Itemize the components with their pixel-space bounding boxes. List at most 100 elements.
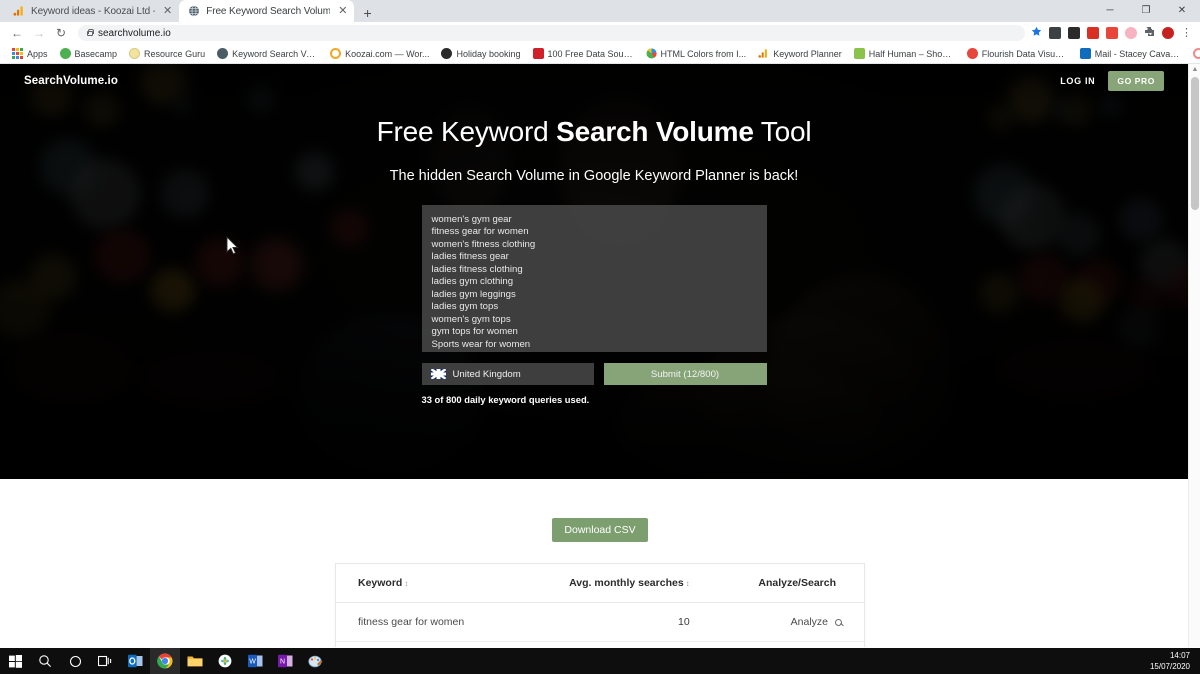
- column-header-keyword[interactable]: Keyword ↕: [336, 564, 516, 603]
- search-icon[interactable]: [30, 648, 60, 674]
- bookmark-resource-guru[interactable]: Resource Guru: [123, 48, 211, 59]
- slack-icon[interactable]: [210, 648, 240, 674]
- pink-extension-icon[interactable]: [1125, 27, 1137, 39]
- chrome-menu-icon[interactable]: ⋮: [1181, 28, 1192, 39]
- maximize-button[interactable]: ❐: [1128, 0, 1164, 22]
- back-icon[interactable]: ←: [6, 22, 28, 44]
- bookmark-html-colors[interactable]: HTML Colors from I...: [640, 48, 753, 59]
- taskbar-clock[interactable]: 14:07 15/07/2020: [1150, 648, 1190, 674]
- title-prefix: Free Keyword: [376, 116, 557, 147]
- globe-icon: [217, 48, 229, 59]
- results-section: Download CSV Keyword ↕ Avg. monthly searc…: [0, 479, 1200, 647]
- bookmark-label: Basecamp: [74, 48, 118, 59]
- google-analytics-icon: [13, 5, 25, 17]
- column-header-searches[interactable]: Avg. monthly searches ↕: [515, 564, 712, 603]
- bookmark-keyword-search-volume[interactable]: Keyword Search Vol...: [211, 48, 324, 59]
- reload-icon[interactable]: ↻: [50, 22, 72, 44]
- column-label: Analyze/Search: [758, 577, 836, 589]
- go-pro-button[interactable]: GO PRO: [1108, 71, 1164, 91]
- bookmark-koozai[interactable]: Koozai.com — Wor...: [324, 48, 435, 59]
- table-header-row: Keyword ↕ Avg. monthly searches ↕ Analyze/…: [336, 564, 864, 603]
- bookmark-inlinks[interactable]: InLinks - Content O...: [1187, 48, 1200, 59]
- resource-guru-icon: [129, 48, 141, 59]
- star-icon[interactable]: [1031, 24, 1042, 42]
- submit-button[interactable]: Submit (12/800): [603, 363, 767, 385]
- reading-list-icon[interactable]: [1049, 27, 1061, 39]
- windows-taskbar: W N 14:07 15/07/2020: [0, 648, 1200, 674]
- word-icon[interactable]: W: [240, 648, 270, 674]
- bookmark-holiday-booking[interactable]: Holiday booking: [435, 48, 526, 59]
- bookmark-basecamp[interactable]: Basecamp: [54, 48, 124, 59]
- page-subtitle: The hidden Search Volume in Google Keywo…: [389, 168, 799, 184]
- hero-section: SearchVolume.io LOG IN GO PRO Free Keywo…: [0, 64, 1188, 479]
- site-logo[interactable]: SearchVolume.io: [24, 75, 118, 87]
- cell-searches: 40: [515, 641, 712, 647]
- bookmark-half-human[interactable]: Half Human – Shop...: [848, 48, 961, 59]
- browser-tab-1[interactable]: Keyword ideas - Koozai Ltd - Go ✕: [4, 0, 180, 22]
- analyze-link[interactable]: Analyze: [791, 616, 828, 628]
- search-icon[interactable]: [835, 619, 842, 626]
- start-icon[interactable]: [0, 648, 30, 674]
- outlook-icon: [1079, 48, 1091, 59]
- cell-analyze[interactable]: Analyze: [711, 602, 864, 642]
- puzzle-icon[interactable]: [1144, 24, 1155, 42]
- keyword-line: women's fitness clothing: [431, 238, 536, 250]
- page-scrollbar[interactable]: ▲: [1188, 64, 1200, 647]
- bookmark-label: Koozai.com — Wor...: [345, 48, 430, 59]
- basecamp-icon: [59, 48, 71, 59]
- cortana-icon[interactable]: [60, 648, 90, 674]
- scrollbar-thumb[interactable]: [1191, 77, 1199, 210]
- tab-title: Keyword ideas - Koozai Ltd - Go: [31, 5, 155, 17]
- task-view-icon[interactable]: [90, 648, 120, 674]
- results-table-wrapper: Keyword ↕ Avg. monthly searches ↕ Analyze/…: [335, 563, 865, 647]
- mail-icon[interactable]: [1068, 27, 1080, 39]
- red-extension-icon[interactable]: [1106, 27, 1118, 39]
- profile-avatar-icon[interactable]: [1162, 27, 1174, 39]
- chrome-browser-window: Keyword ideas - Koozai Ltd - Go ✕ Free K…: [0, 0, 1200, 648]
- keyword-input-textarea[interactable]: women's gym gear fitness gear for women …: [421, 205, 767, 352]
- keyword-line: ladies gym tops: [431, 301, 499, 313]
- bookmark-flourish[interactable]: Flourish Data Visual...: [961, 48, 1074, 59]
- navigation-bar: ← → ↻ searchvolume.io ⋮: [0, 22, 1200, 44]
- bookmark-label: Mail - Stacey Cavag...: [1094, 48, 1181, 59]
- minimize-button[interactable]: ─: [1092, 0, 1128, 22]
- login-link[interactable]: LOG IN: [1060, 76, 1095, 86]
- file-explorer-icon[interactable]: [180, 648, 210, 674]
- outlook-icon[interactable]: [120, 648, 150, 674]
- bookmark-label: Flourish Data Visual...: [981, 48, 1068, 59]
- bookmark-apps[interactable]: Apps: [6, 48, 54, 59]
- bookmark-keyword-planner[interactable]: Keyword Planner: [752, 48, 848, 59]
- close-icon[interactable]: ✕: [338, 5, 347, 17]
- bookmark-data-sources[interactable]: 100 Free Data Sour...: [527, 48, 640, 59]
- bookmark-label: 100 Free Data Sour...: [547, 48, 634, 59]
- sort-icon[interactable]: ↕: [404, 579, 408, 588]
- paint-icon[interactable]: [300, 648, 330, 674]
- cell-searches: 10: [515, 602, 712, 642]
- browser-tab-2[interactable]: Free Keyword Search Volume To ✕: [179, 0, 355, 22]
- country-selector[interactable]: United Kingdom: [421, 363, 594, 385]
- scroll-up-arrow-icon[interactable]: ▲: [1191, 66, 1199, 74]
- s-extension-icon[interactable]: [1087, 27, 1099, 39]
- cell-keyword: gym tops for women: [336, 641, 516, 647]
- svg-text:W: W: [249, 659, 256, 666]
- close-icon[interactable]: ✕: [163, 5, 172, 17]
- close-window-button[interactable]: ✕: [1164, 0, 1200, 22]
- cell-analyze[interactable]: Analyze: [711, 641, 864, 647]
- google-ads-icon: [758, 48, 769, 59]
- download-csv-button[interactable]: Download CSV: [552, 518, 648, 542]
- svg-text:N: N: [279, 659, 284, 666]
- bookmark-mail[interactable]: Mail - Stacey Cavag...: [1074, 48, 1187, 59]
- new-tab-button[interactable]: +: [354, 6, 380, 22]
- tab-strip: Keyword ideas - Koozai Ltd - Go ✕ Free K…: [0, 0, 1200, 22]
- onenote-icon[interactable]: N: [270, 648, 300, 674]
- sort-icon[interactable]: ↕: [686, 579, 690, 588]
- omnibox-icons: ⋮: [1031, 24, 1194, 42]
- address-bar[interactable]: searchvolume.io: [78, 25, 1025, 41]
- keyword-line: women's gym gear: [431, 214, 512, 225]
- bookmarks-bar: Apps Basecamp Resource Guru Keyword Sear…: [0, 44, 1200, 64]
- quota-text: 33 of 800 daily keyword queries used.: [421, 394, 590, 405]
- apps-grid-icon: [12, 48, 23, 59]
- forward-icon[interactable]: →: [28, 22, 50, 44]
- chrome-icon[interactable]: [150, 648, 180, 674]
- page-title: Free Keyword Search Volume Tool: [0, 116, 1188, 148]
